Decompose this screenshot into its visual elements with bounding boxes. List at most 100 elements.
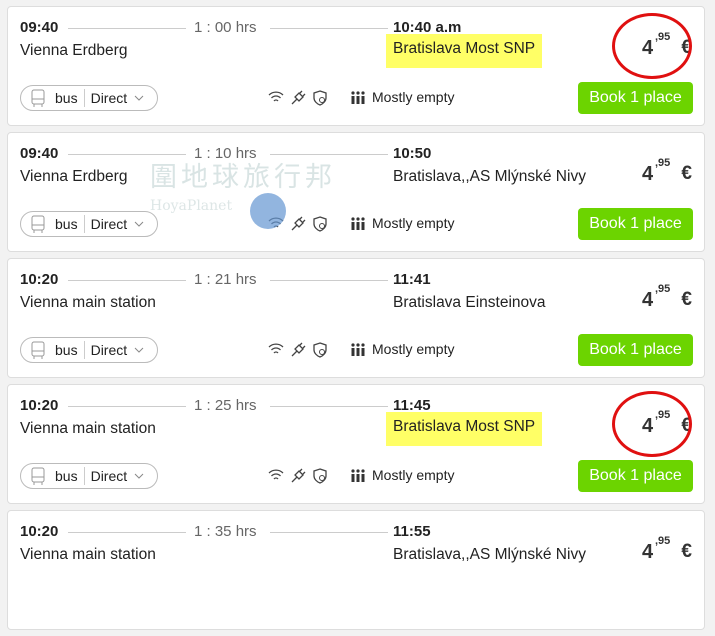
occupancy: Mostly empty [350,215,454,231]
arrival-station: Bratislava,,AS Mlýnské Nivy [393,546,586,563]
price-integer: 4 [642,289,654,311]
price: 4 ,95 € [612,391,692,457]
price-integer: 4 [642,541,654,563]
route-line [270,532,388,533]
vehicle-type: bus [55,216,78,232]
price-integer: 4 [642,415,654,437]
departure-time: 10:20 [20,397,59,414]
occupancy: Mostly empty [350,341,454,357]
people-icon [351,217,365,230]
vehicle-type: bus [55,468,78,484]
wifi-icon [268,343,284,354]
price-cents: ,95 [655,283,671,295]
arrival-station: Bratislava,,AS Mlýnské Nivy [393,168,586,185]
connection-card[interactable]: 09:40 1 : 00 hrs 10:40 a.m Vienna Erdber… [7,6,705,126]
chevron-down-icon [134,221,144,227]
route-line [270,28,388,29]
connection-card[interactable]: 10:20 1 : 21 hrs 11:41 Vienna main stati… [7,258,705,378]
currency: € [681,415,692,436]
occupancy-label: Mostly empty [372,467,455,483]
book-button[interactable]: Book 1 place [578,334,693,366]
route-details-dropdown[interactable]: bus Direct [20,463,158,489]
departure-station: Vienna main station [20,294,156,311]
connection-card[interactable]: 10:20 1 : 25 hrs 11:45 Vienna main stati… [7,384,705,504]
occupancy-label: Mostly empty [372,89,455,105]
power-plug-icon [291,90,306,105]
bus-icon [31,89,45,107]
safety-shield-icon [313,468,327,484]
currency: € [681,289,692,310]
book-button[interactable]: Book 1 place [578,208,693,240]
amenities [268,90,328,106]
duration: 1 : 25 hrs [194,397,257,414]
chevron-down-icon [134,95,144,101]
people-icon [351,469,365,482]
route-line [270,154,388,155]
route-details-dropdown[interactable]: bus Direct [20,211,158,237]
arrival-station: Bratislava Most SNP [386,34,543,68]
safety-shield-icon [313,342,327,358]
route-line [68,532,186,533]
connection-card[interactable]: 10:20 1 : 35 hrs 11:55 Vienna main stati… [7,510,705,630]
book-button[interactable]: Book 1 place [578,460,693,492]
price-cents: ,95 [655,157,671,169]
arrival-station: Bratislava Einsteinova [393,294,546,311]
amenities [268,468,328,484]
route-details-dropdown[interactable]: bus Direct [20,337,158,363]
duration: 1 : 10 hrs [194,145,257,162]
route-line [270,280,388,281]
bus-icon [31,341,45,359]
currency: € [681,163,692,184]
route-line [68,406,186,407]
wifi-icon [268,217,284,228]
wifi-icon [268,469,284,480]
book-button[interactable]: Book 1 place [578,82,693,114]
route-line [68,28,186,29]
route-details-dropdown[interactable]: bus Direct [20,85,158,111]
price-integer: 4 [642,163,654,185]
occupancy: Mostly empty [350,89,454,105]
divider [83,89,85,107]
route-type: Direct [90,216,128,232]
departure-station: Vienna Erdberg [20,42,128,59]
departure-station: Vienna main station [20,420,156,437]
connection-list: 09:40 1 : 00 hrs 10:40 a.m Vienna Erdber… [7,6,705,636]
currency: € [681,541,692,562]
departure-time: 09:40 [20,145,59,162]
vehicle-type: bus [55,90,78,106]
divider [83,215,85,233]
power-plug-icon [291,216,306,231]
route-line [68,154,186,155]
route-line [270,406,388,407]
route-type: Direct [90,468,128,484]
price-integer: 4 [642,37,654,59]
bus-icon [31,215,45,233]
duration: 1 : 00 hrs [194,19,257,36]
arrival-time: 11:41 [393,271,431,288]
price-cents: ,95 [655,535,671,547]
divider [83,341,85,359]
price-cents: ,95 [655,409,671,421]
bus-icon [31,467,45,485]
price-cents: ,95 [655,31,671,43]
occupancy-label: Mostly empty [372,215,455,231]
safety-shield-icon [313,216,327,232]
amenities [268,342,328,358]
wifi-icon [268,91,284,102]
arrival-station: Bratislava Most SNP [386,412,543,446]
people-icon [351,343,365,356]
safety-shield-icon [313,90,327,106]
occupancy-label: Mostly empty [372,341,455,357]
departure-station: Vienna Erdberg [20,168,128,185]
departure-time: 10:20 [20,523,59,540]
connection-card[interactable]: 09:40 1 : 10 hrs 10:50 Vienna Erdberg Br… [7,132,705,252]
price: 4 ,95 € [622,279,692,319]
route-type: Direct [90,90,128,106]
people-icon [351,91,365,104]
chevron-down-icon [134,347,144,353]
currency: € [681,37,692,58]
chevron-down-icon [134,473,144,479]
occupancy: Mostly empty [350,467,454,483]
route-line [68,280,186,281]
route-type: Direct [90,342,128,358]
